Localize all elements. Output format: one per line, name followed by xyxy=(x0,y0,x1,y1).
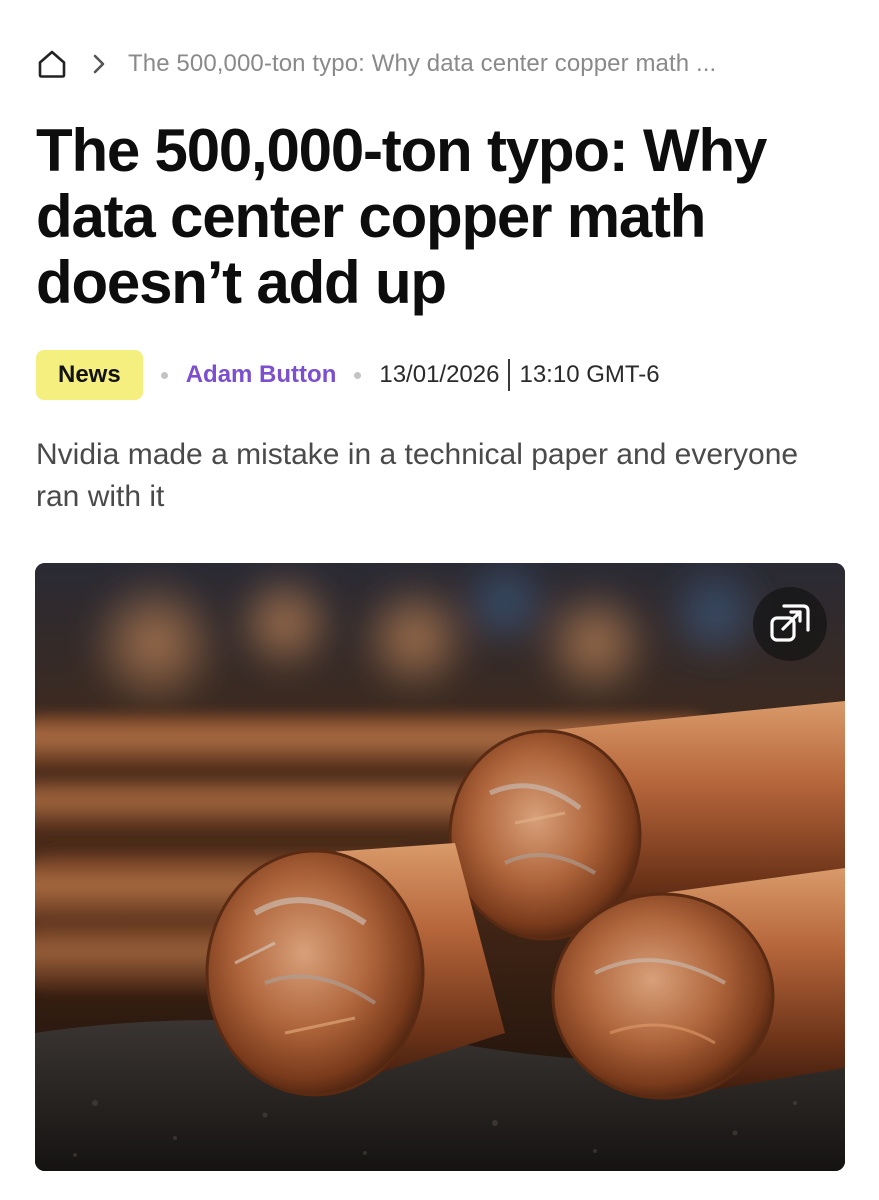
copper-bars-photo xyxy=(35,563,845,1171)
category-badge[interactable]: News xyxy=(36,350,143,400)
meta-separator-dot xyxy=(354,371,362,379)
publish-date: 13/01/2026 xyxy=(379,361,500,388)
date-time-divider xyxy=(508,359,511,391)
page-title: The 500,000-ton typo: Why data center co… xyxy=(36,117,767,316)
article-meta: News Adam Button 13/01/2026 13:10 GMT-6 xyxy=(36,350,660,400)
article-subtitle: Nvidia made a mistake in a technical pap… xyxy=(36,438,799,513)
chevron-right-icon xyxy=(68,53,128,75)
breadcrumb: The 500,000-ton typo: Why data center co… xyxy=(36,44,716,84)
breadcrumb-current: The 500,000-ton typo: Why data center co… xyxy=(128,50,717,77)
publish-time: 13:10 GMT-6 xyxy=(519,361,660,388)
expand-icon xyxy=(770,604,810,642)
author-link[interactable]: Adam Button xyxy=(186,361,337,389)
home-icon[interactable] xyxy=(36,48,68,80)
hero-image[interactable] xyxy=(35,563,845,1171)
meta-separator-dot xyxy=(160,371,168,379)
expand-image-button[interactable] xyxy=(753,587,827,661)
